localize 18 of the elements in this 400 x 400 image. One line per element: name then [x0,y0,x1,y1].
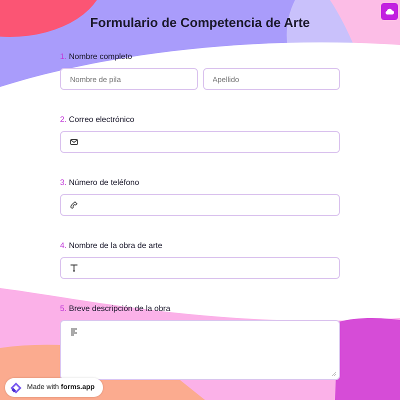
input-field[interactable] [60,194,340,216]
question-label: 3. Número de teléfono [60,178,140,188]
question-label: 5. Breve descripción de la obra [60,304,172,314]
input-field[interactable] [60,257,340,279]
text-icon [70,264,78,272]
question-label: 1. Nombre completo [60,52,134,62]
paragraph-icon [70,328,78,336]
logo-icon [10,382,22,394]
input-field[interactable] [60,131,340,153]
envelope-icon [70,138,78,146]
cloud-button[interactable] [381,3,398,20]
resize-handle-icon[interactable] [332,372,336,376]
form-title: Formulario de Competencia de Arte [89,14,311,32]
text-area[interactable] [60,320,340,380]
question-label: 4. Nombre de la obra de arte [60,241,164,251]
cloud-icon [385,8,394,15]
phone-icon [70,201,78,209]
question-label: 2. Correo electrónico [60,115,136,125]
